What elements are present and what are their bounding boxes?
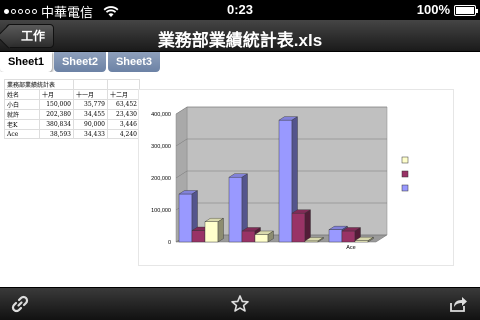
y-tick-label: 200,000	[151, 176, 171, 182]
header-cell: 十月	[39, 89, 74, 100]
bar-front	[291, 212, 306, 243]
star-icon[interactable]	[230, 294, 250, 314]
table-row: Ace 38,593 34,433 4,240	[4, 129, 140, 139]
table-cell: 38,593	[39, 129, 74, 139]
bar-front	[354, 240, 369, 243]
bar-side	[217, 217, 224, 243]
table-cell: 4,240	[107, 129, 140, 139]
bar-front	[204, 221, 219, 243]
tab-sheet1[interactable]: Sheet1	[0, 52, 52, 72]
table-cell: 就許	[4, 109, 40, 120]
battery-percent: 100%	[416, 2, 450, 17]
bar-side	[304, 209, 311, 243]
table-cell	[73, 79, 108, 90]
table-row: 老K 380,834 90,000 3,446	[4, 119, 140, 130]
table-cell: 34,455	[73, 109, 108, 120]
y-tick-label: 100,000	[151, 208, 171, 214]
table-row: 業務部業績統計表	[4, 79, 140, 90]
bar-front	[278, 119, 293, 243]
table-header-row: 姓名 十月 十一月 十二月	[4, 89, 140, 100]
table-cell: Ace	[4, 129, 40, 139]
back-button[interactable]: 工作	[6, 24, 55, 48]
legend-swatch	[401, 170, 409, 178]
table-cell: 老K	[4, 119, 40, 130]
table-cell: 63,452	[107, 99, 140, 110]
bottom-toolbar	[0, 287, 480, 320]
table-cell: 23,430	[107, 109, 140, 120]
bar-chart: 0 100,000 200,000 300,000 400,000 Ace	[151, 106, 409, 251]
y-tick-label: 300,000	[151, 144, 171, 150]
bar-front	[241, 230, 256, 243]
table-row: 就許 202,380 34,455 23,430	[4, 109, 140, 120]
tab-sheet3[interactable]: Sheet3	[108, 52, 160, 72]
bar-front	[341, 230, 356, 243]
tab-sheet2[interactable]: Sheet2	[54, 52, 106, 72]
table-cell: 小白	[4, 99, 40, 110]
header-cell: 姓名	[4, 89, 40, 100]
link-icon[interactable]	[10, 294, 30, 314]
back-button-label: 工作	[21, 29, 46, 43]
header-cell: 十二月	[107, 89, 140, 100]
table-cell: 202,380	[39, 109, 74, 120]
table-cell	[107, 79, 140, 90]
y-tick-label: 400,000	[151, 112, 171, 118]
legend-swatch	[401, 156, 409, 164]
table-cell: 150,000	[39, 99, 74, 110]
legend-swatch	[401, 184, 409, 192]
x-tick-label: Ace	[346, 245, 355, 251]
battery-icon	[454, 5, 478, 16]
table-cell: 3,446	[107, 119, 140, 130]
table-row: 小白 150,000 35,779 63,452	[4, 99, 140, 110]
bar-front	[328, 229, 343, 243]
header-cell: 十一月	[73, 89, 108, 100]
data-table: 業務部業績統計表 姓名 十月 十一月 十二月 小白 150,000 35,779…	[4, 79, 140, 139]
y-tick-label: 0	[168, 240, 171, 246]
bar-front	[178, 193, 193, 243]
spreadsheet-view[interactable]: 業務部業績統計表 姓名 十月 十一月 十二月 小白 150,000 35,779…	[0, 72, 480, 287]
table-cell: 380,834	[39, 119, 74, 130]
embedded-chart[interactable]: 0 100,000 200,000 300,000 400,000 Ace	[138, 89, 454, 266]
table-cell: 34,433	[73, 129, 108, 139]
document-title: 業務部業績統計表.xls	[157, 31, 323, 50]
bar-front	[228, 177, 243, 243]
status-bar: 中華電信 0:23 100%	[0, 0, 480, 20]
sheet-tab-bar: Sheet1 Sheet2 Sheet3	[0, 52, 480, 72]
navigation-bar: 工作 業務部業績統計表.xls	[0, 20, 480, 52]
share-icon[interactable]	[448, 294, 468, 314]
clock: 0:23	[226, 2, 254, 17]
bar-front	[191, 230, 206, 243]
table-cell: 90,000	[73, 119, 108, 130]
table-cell: 35,779	[73, 99, 108, 110]
bar-front	[254, 234, 269, 243]
sheet-title-cell: 業務部業績統計表	[4, 79, 74, 90]
